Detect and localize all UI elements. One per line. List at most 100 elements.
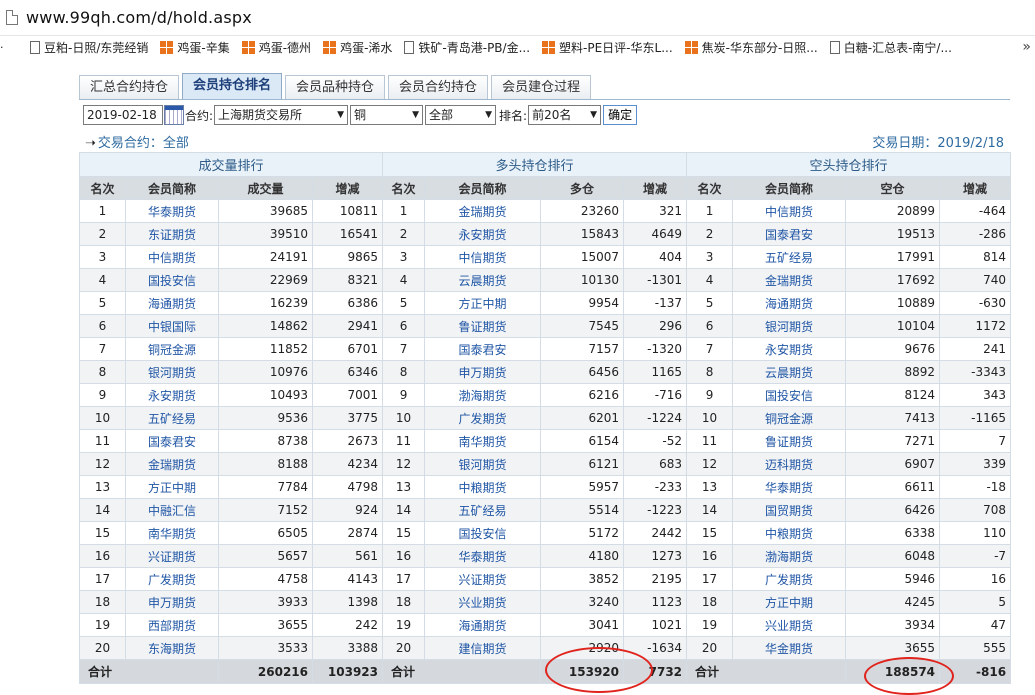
value-cell: 10130 bbox=[540, 268, 625, 292]
member-name-link[interactable]: 渤海期货 bbox=[424, 383, 542, 407]
member-name-link[interactable]: 中银国际 bbox=[125, 314, 219, 338]
calendar-icon[interactable] bbox=[164, 105, 184, 125]
member-name-link[interactable]: 中粮期货 bbox=[424, 475, 542, 499]
member-name-link[interactable]: 申万期货 bbox=[125, 590, 219, 614]
member-name-link[interactable]: 南华期货 bbox=[125, 521, 219, 545]
rank-cell: 14 bbox=[686, 498, 734, 522]
member-name-link[interactable]: 兴证期货 bbox=[424, 567, 542, 591]
member-name-link[interactable]: 中粮期货 bbox=[732, 521, 847, 545]
value-cell: 708 bbox=[939, 498, 1012, 522]
member-name-link[interactable]: 华泰期货 bbox=[424, 544, 542, 568]
member-name-link[interactable]: 国泰君安 bbox=[424, 337, 542, 361]
value-cell: 24191 bbox=[218, 245, 313, 269]
value-cell: 11852 bbox=[218, 337, 313, 361]
member-name-link[interactable]: 申万期货 bbox=[424, 360, 542, 384]
member-name-link[interactable]: 国投安信 bbox=[732, 383, 847, 407]
member-name-link[interactable]: 海通期货 bbox=[125, 291, 219, 315]
member-name-link[interactable]: 金瑞期货 bbox=[732, 268, 847, 292]
confirm-button[interactable]: 确定 bbox=[603, 105, 638, 125]
member-name-link[interactable]: 中信期货 bbox=[125, 245, 219, 269]
tab-summary-contract-hold[interactable]: 汇总合约持仓 bbox=[79, 75, 180, 99]
member-name-link[interactable]: 鲁证期货 bbox=[732, 429, 847, 453]
tab-member-contract-hold[interactable]: 会员合约持仓 bbox=[388, 75, 489, 99]
member-name-link[interactable]: 永安期货 bbox=[732, 337, 847, 361]
member-name-link[interactable]: 银河期货 bbox=[732, 314, 847, 338]
member-name-link[interactable]: 兴业期货 bbox=[424, 590, 542, 614]
date-input[interactable]: 2019-02-18 bbox=[83, 105, 163, 125]
member-name-link[interactable]: 银河期货 bbox=[424, 452, 542, 476]
member-name-link[interactable]: 铜冠金源 bbox=[732, 406, 847, 430]
member-name-link[interactable]: 渤海期货 bbox=[732, 544, 847, 568]
rank-cell: 2 bbox=[382, 222, 426, 246]
member-name-link[interactable]: 海通期货 bbox=[732, 291, 847, 315]
member-name-link[interactable]: 广发期货 bbox=[424, 406, 542, 430]
member-name-link[interactable]: 银河期货 bbox=[125, 360, 219, 384]
member-name-link[interactable]: 华泰期货 bbox=[125, 199, 219, 223]
member-name-link[interactable]: 永安期货 bbox=[424, 222, 542, 246]
value-cell: 7 bbox=[939, 429, 1012, 453]
member-name-link[interactable]: 金瑞期货 bbox=[424, 199, 542, 223]
variety-select[interactable]: 铜 bbox=[350, 105, 424, 125]
member-name-link[interactable]: 东海期货 bbox=[125, 636, 219, 660]
bookmark-item[interactable]: 豆粕-日照/东莞经销 bbox=[30, 39, 148, 56]
member-name-link[interactable]: 南华期货 bbox=[424, 429, 542, 453]
member-name-link[interactable]: 迈科期货 bbox=[732, 452, 847, 476]
url-text[interactable]: www.99qh.com/d/hold.aspx bbox=[26, 8, 252, 27]
member-name-link[interactable]: 国泰君安 bbox=[125, 429, 219, 453]
bookmark-item[interactable]: 铁矿-青岛港-PB/金... bbox=[404, 39, 530, 56]
member-name-link[interactable]: 云晨期货 bbox=[732, 360, 847, 384]
member-name-link[interactable]: 建信期货 bbox=[424, 636, 542, 660]
exchange-select[interactable]: 上海期货交易所 bbox=[214, 105, 349, 125]
member-name-link[interactable]: 东证期货 bbox=[125, 222, 219, 246]
member-name-link[interactable]: 永安期货 bbox=[125, 383, 219, 407]
tab-member-position-process[interactable]: 会员建仓过程 bbox=[491, 75, 592, 99]
contract-select[interactable]: 全部 bbox=[425, 105, 497, 125]
value-cell: 6216 bbox=[540, 383, 625, 407]
bookmark-item[interactable]: 鸡蛋-浠水 bbox=[323, 39, 392, 56]
member-name-link[interactable]: 方正中期 bbox=[424, 291, 542, 315]
column-header: 增减 bbox=[311, 176, 384, 200]
bookmarks-overflow-button[interactable]: » bbox=[1022, 39, 1031, 55]
member-name-link[interactable]: 金瑞期货 bbox=[125, 452, 219, 476]
column-header: 会员简称 bbox=[424, 176, 542, 200]
member-name-link[interactable]: 华金期货 bbox=[732, 636, 847, 660]
member-name-link[interactable]: 五矿经易 bbox=[732, 245, 847, 269]
member-name-link[interactable]: 中融汇信 bbox=[125, 498, 219, 522]
member-name-link[interactable]: 中信期货 bbox=[732, 199, 847, 223]
address-bar[interactable]: www.99qh.com/d/hold.aspx bbox=[0, 0, 1035, 36]
member-name-link[interactable]: 广发期货 bbox=[125, 567, 219, 591]
member-name-link[interactable]: 兴业期货 bbox=[732, 613, 847, 637]
value-cell: 20899 bbox=[845, 199, 941, 223]
member-name-link[interactable]: 国泰君安 bbox=[732, 222, 847, 246]
member-name-link[interactable]: 五矿经易 bbox=[125, 406, 219, 430]
member-name-link[interactable]: 铜冠金源 bbox=[125, 337, 219, 361]
member-name-link[interactable]: 五矿经易 bbox=[424, 498, 542, 522]
bookmark-item[interactable]: 白糖-汇总表-南宁/... bbox=[829, 39, 952, 56]
member-name-link[interactable]: 方正中期 bbox=[125, 475, 219, 499]
member-name-link[interactable]: 华泰期货 bbox=[732, 475, 847, 499]
member-name-link[interactable]: 海通期货 bbox=[424, 613, 542, 637]
bookmark-item[interactable]: 塑料-PE日评-华东L... bbox=[542, 39, 673, 56]
bookmark-item[interactable]: 焦炭-华东部分-日照... bbox=[684, 39, 818, 56]
member-name-link[interactable]: 西部期货 bbox=[125, 613, 219, 637]
rank-cell: 9 bbox=[79, 383, 126, 407]
member-name-link[interactable]: 鲁证期货 bbox=[424, 314, 542, 338]
bookmark-item[interactable]: 鸡蛋-德州 bbox=[241, 39, 311, 56]
member-name-link[interactable]: 方正中期 bbox=[732, 590, 847, 614]
value-cell: 8124 bbox=[845, 383, 941, 407]
member-name-link[interactable]: 国投安信 bbox=[424, 521, 542, 545]
member-name-link[interactable]: 国投安信 bbox=[125, 268, 219, 292]
member-name-link[interactable]: 中信期货 bbox=[424, 245, 542, 269]
tab-member-variety-hold[interactable]: 会员品种持仓 bbox=[285, 75, 386, 99]
rank-cell: 1 bbox=[686, 199, 734, 223]
value-cell: 2195 bbox=[623, 567, 688, 591]
member-name-link[interactable]: 兴证期货 bbox=[125, 544, 219, 568]
member-name-link[interactable]: 云晨期货 bbox=[424, 268, 542, 292]
bookmark-item[interactable]: 鸡蛋-辛集 bbox=[160, 39, 230, 56]
member-name-link[interactable]: 广发期货 bbox=[732, 567, 847, 591]
rank-select[interactable]: 前20名 bbox=[528, 105, 602, 125]
member-name-link[interactable]: 国贸期货 bbox=[732, 498, 847, 522]
tab-member-hold-ranking[interactable]: 会员持仓排名 bbox=[182, 73, 283, 99]
bookmark-overflow-left[interactable]: · bbox=[0, 41, 8, 54]
value-cell: 339 bbox=[939, 452, 1012, 476]
